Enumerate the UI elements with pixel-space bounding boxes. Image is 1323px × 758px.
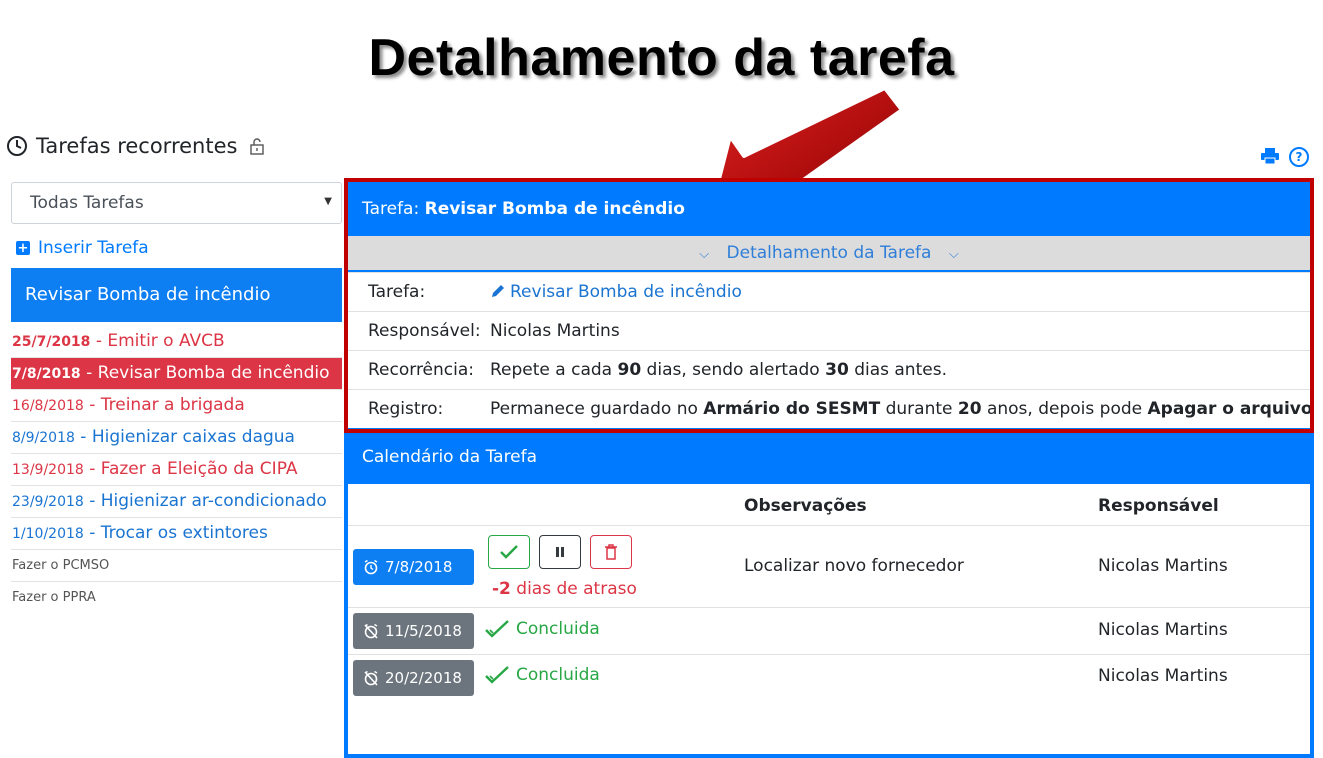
completed-status: Concluida [484, 619, 600, 639]
trash-icon [605, 544, 617, 560]
insert-task-label: Inserir Tarefa [38, 238, 149, 258]
task-list-item[interactable]: Fazer o PPRA [11, 582, 342, 614]
task-list-item[interactable]: Fazer o PCMSO [11, 550, 342, 582]
task-filter-select[interactable]: Todas Tarefas ▼ [11, 182, 342, 224]
lock-icon[interactable] [249, 137, 265, 155]
responsible-text: Nicolas Martins [1098, 666, 1228, 686]
date-button[interactable]: 11/5/2018 [353, 613, 474, 649]
responsible-text: Nicolas Martins [1098, 620, 1228, 640]
task-list-item[interactable]: 25/7/2018 - Emitir o AVCB [11, 326, 342, 358]
task-filter-value: Todas Tarefas [30, 193, 144, 213]
column-header-observacoes: Observações [744, 496, 867, 516]
divider [348, 525, 1310, 526]
clock-icon [7, 136, 27, 156]
panel-title: Tarefas recorrentes [36, 134, 238, 158]
caret-down-icon: ▼ [324, 196, 332, 207]
panel-header: Tarefas recorrentes [6, 134, 265, 158]
complete-button[interactable] [488, 535, 530, 569]
task-list-item[interactable]: 16/8/2018 - Treinar a brigada [11, 390, 342, 422]
alarm-clock-icon [364, 559, 378, 575]
check-icon [485, 666, 509, 684]
insert-task-link[interactable]: + Inserir Tarefa [16, 238, 149, 258]
slide-title: Detalhamento da tarefa [368, 29, 955, 87]
task-list-item-active[interactable]: 7/8/2018 - Revisar Bomba de incêndio [11, 358, 342, 390]
task-list-item[interactable]: 13/9/2018 - Fazer a Eleição da CIPA [11, 454, 342, 486]
print-icon[interactable] [1260, 147, 1280, 165]
alarm-off-icon [364, 670, 378, 686]
plus-square-icon: + [16, 240, 30, 256]
completed-status: Concluida [484, 665, 600, 685]
alarm-off-icon [364, 623, 378, 639]
date-button[interactable]: 7/8/2018 [353, 549, 474, 585]
delete-button[interactable] [590, 535, 632, 569]
help-icon[interactable]: ? [1289, 147, 1309, 167]
observation-text: Localizar novo fornecedor [744, 556, 964, 576]
pause-button[interactable] [539, 535, 581, 569]
task-list-item[interactable]: 8/9/2018 - Higienizar caixas dagua [11, 422, 342, 454]
divider [348, 654, 1310, 655]
pause-icon [556, 547, 564, 557]
selected-task-header[interactable]: Revisar Bomba de incêndio [11, 268, 342, 322]
task-list: 25/7/2018 - Emitir o AVCB 7/8/2018 - Rev… [11, 326, 342, 614]
date-button[interactable]: 20/2/2018 [353, 660, 474, 696]
check-icon [485, 620, 509, 638]
check-icon [500, 545, 518, 559]
responsible-text: Nicolas Martins [1098, 556, 1228, 576]
highlight-frame [344, 178, 1314, 433]
column-header-responsavel: Responsável [1098, 496, 1219, 516]
task-list-item[interactable]: 23/9/2018 - Higienizar ar-condicionado [11, 486, 342, 518]
overdue-status: -2 dias de atraso [492, 579, 637, 599]
task-list-item[interactable]: 1/10/2018 - Trocar os extintores [11, 518, 342, 550]
calendar-title: Calendário da Tarefa [362, 447, 538, 467]
divider [348, 607, 1310, 608]
